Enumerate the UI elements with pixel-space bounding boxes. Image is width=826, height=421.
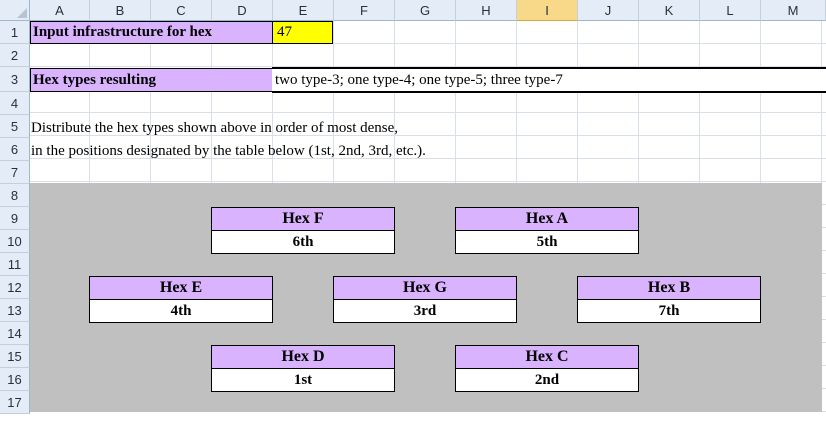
hex-name: Hex E: [90, 277, 272, 300]
hex-rank: 5th: [456, 231, 638, 253]
hex-name: Hex F: [212, 208, 394, 231]
hex-b-box[interactable]: Hex B 7th: [577, 276, 761, 323]
hex-name: Hex B: [578, 277, 760, 300]
column-header-b[interactable]: B: [90, 0, 151, 21]
column-header-a[interactable]: A: [30, 0, 90, 21]
row-header-9[interactable]: 9: [0, 207, 30, 230]
instruction-line-2[interactable]: in the positions designated by the table…: [31, 140, 426, 162]
input-value-cell[interactable]: 47: [272, 21, 333, 44]
row-header-14[interactable]: 14: [0, 322, 30, 345]
row-header-10[interactable]: 10: [0, 230, 30, 253]
hex-rank: 2nd: [456, 369, 638, 391]
row-header-13[interactable]: 13: [0, 299, 30, 322]
hex-e-box[interactable]: Hex E 4th: [89, 276, 273, 323]
row-header-8[interactable]: 8: [0, 184, 30, 207]
hex-g-box[interactable]: Hex G 3rd: [333, 276, 517, 323]
hex-rank: 1st: [212, 369, 394, 391]
select-all-corner[interactable]: [0, 0, 30, 21]
column-header-d[interactable]: D: [212, 0, 273, 21]
hex-name: Hex D: [212, 346, 394, 369]
row-header-15[interactable]: 15: [0, 345, 30, 368]
row-header-6[interactable]: 6: [0, 138, 30, 161]
hex-rank: 3rd: [334, 300, 516, 322]
column-header-l[interactable]: L: [700, 0, 761, 21]
instruction-line-1[interactable]: Distribute the hex types shown above in …: [31, 117, 398, 139]
column-header-m[interactable]: M: [761, 0, 826, 21]
result-value-cell[interactable]: two type-3; one type-4; one type-5; thre…: [272, 67, 826, 93]
row-header-4[interactable]: 4: [0, 92, 30, 115]
column-header-g[interactable]: G: [395, 0, 456, 21]
result-label-cell[interactable]: Hex types resulting: [30, 68, 273, 92]
column-header-k[interactable]: K: [639, 0, 700, 21]
column-header-i[interactable]: I: [517, 0, 578, 21]
row-header-2[interactable]: 2: [0, 44, 30, 67]
row-header-3[interactable]: 3: [0, 67, 30, 92]
row-header-11[interactable]: 11: [0, 253, 30, 276]
hex-d-box[interactable]: Hex D 1st: [211, 345, 395, 392]
row-header-16[interactable]: 16: [0, 368, 30, 391]
hex-a-box[interactable]: Hex A 5th: [455, 207, 639, 254]
column-header-f[interactable]: F: [334, 0, 395, 21]
row-header-17[interactable]: 17: [0, 391, 30, 414]
row-header-12[interactable]: 12: [0, 276, 30, 299]
row-header-1[interactable]: 1: [0, 21, 30, 44]
column-header-j[interactable]: J: [578, 0, 639, 21]
row-header-5[interactable]: 5: [0, 115, 30, 138]
column-header-c[interactable]: C: [151, 0, 212, 21]
hex-name: Hex A: [456, 208, 638, 231]
hex-f-box[interactable]: Hex F 6th: [211, 207, 395, 254]
hex-c-box[interactable]: Hex C 2nd: [455, 345, 639, 392]
hex-rank: 4th: [90, 300, 272, 322]
hex-name: Hex G: [334, 277, 516, 300]
hex-rank: 6th: [212, 231, 394, 253]
input-label-cell[interactable]: Input infrastructure for hex: [30, 21, 273, 44]
column-header-h[interactable]: H: [456, 0, 517, 21]
hex-rank: 7th: [578, 300, 760, 322]
column-header-e[interactable]: E: [273, 0, 334, 21]
hex-name: Hex C: [456, 346, 638, 369]
row-header-7[interactable]: 7: [0, 161, 30, 184]
